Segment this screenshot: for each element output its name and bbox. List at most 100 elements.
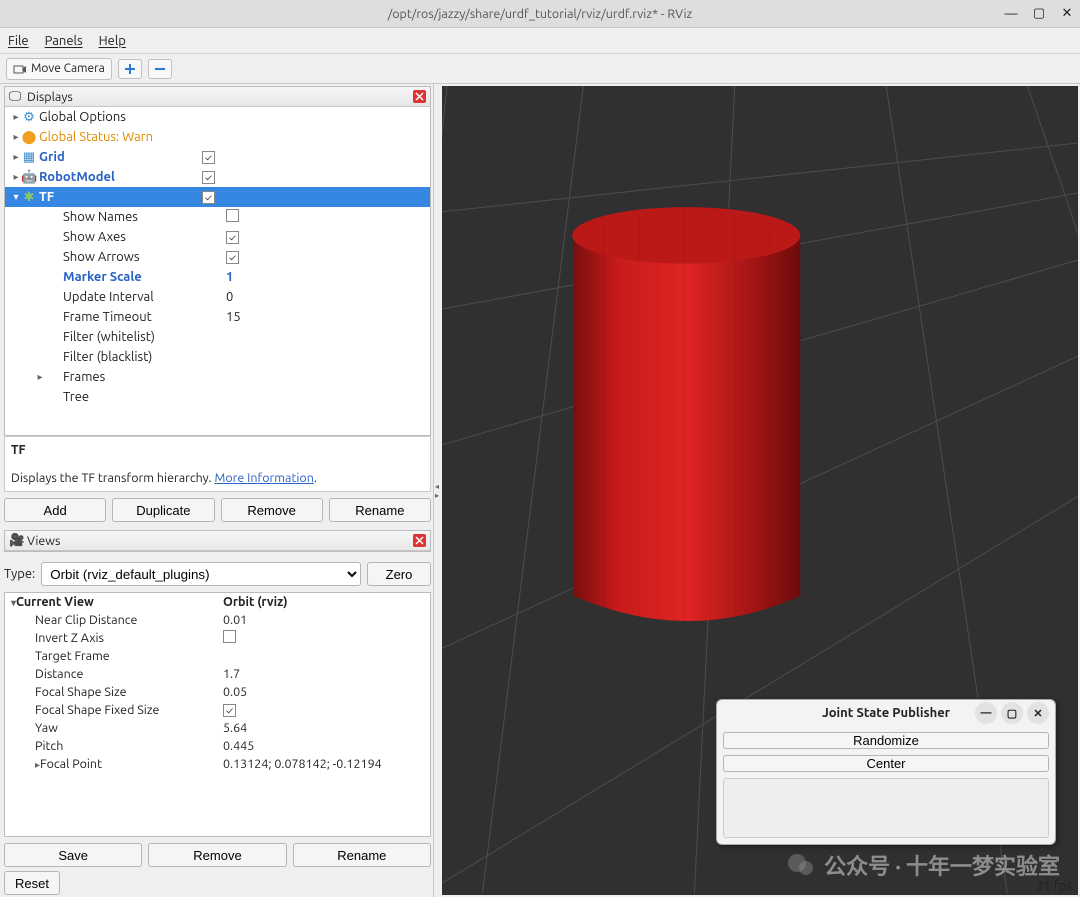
view-label: Current View — [16, 595, 94, 609]
view-row[interactable]: Target Frame — [5, 647, 430, 665]
checkbox[interactable]: ✓ — [226, 251, 239, 264]
tree-row[interactable]: Show Names — [5, 207, 430, 227]
close-icon[interactable]: ✕ — [1060, 7, 1074, 21]
displays-panel: 🖵 Displays ▸⚙Global Options▸⬤Global Stat… — [4, 86, 431, 436]
checkbox[interactable]: ✓ — [223, 704, 236, 717]
view-value[interactable] — [217, 647, 430, 665]
menu-panels[interactable]: Panels — [45, 34, 83, 48]
fps-status: 31 fps — [1036, 879, 1072, 893]
view-row[interactable]: Focal Shape Fixed Size ✓ — [5, 701, 430, 719]
row-icon: ▦ — [21, 150, 37, 165]
center-button[interactable]: Center — [723, 755, 1049, 772]
reset-button[interactable]: Reset — [4, 871, 60, 895]
expand-arrow[interactable]: ▸ — [35, 371, 45, 383]
minus-icon — [153, 62, 167, 76]
view-label: Focal Shape Fixed Size — [35, 703, 159, 717]
add-tool-button[interactable] — [118, 59, 142, 79]
row-value[interactable]: 0 — [226, 290, 430, 304]
menu-file[interactable]: File — [8, 34, 29, 48]
row-value[interactable]: ✓ — [226, 250, 430, 264]
row-value[interactable]: 15 — [226, 310, 430, 324]
row-value[interactable]: ✓ — [226, 230, 430, 244]
view-row[interactable]: ▾Current ViewOrbit (rviz) — [5, 593, 430, 611]
row-label: Global Status: Warn — [37, 130, 202, 144]
tree-row[interactable]: Show Arrows✓ — [5, 247, 430, 267]
checkbox[interactable] — [223, 630, 236, 643]
more-info-link[interactable]: More Information — [214, 471, 313, 485]
view-value[interactable]: 5.64 — [217, 719, 430, 737]
views-panel: 🎥 Views — [4, 530, 431, 552]
tree-row[interactable]: ▾✱TF✓ — [5, 187, 430, 207]
view-value[interactable]: ✓ — [217, 701, 430, 719]
checkbox[interactable]: ✓ — [202, 171, 215, 184]
randomize-button[interactable]: Randomize — [723, 732, 1049, 749]
description-box: TF Displays the TF transform hierarchy. … — [4, 436, 431, 492]
joint-state-publisher-window[interactable]: Joint State Publisher — ▢ ✕ Randomize Ce… — [716, 699, 1056, 845]
expand-arrow[interactable]: ▸ — [11, 151, 21, 163]
rename-button[interactable]: Rename — [329, 498, 431, 522]
jsp-close-icon[interactable]: ✕ — [1027, 702, 1049, 724]
expand-arrow[interactable]: ▸ — [11, 111, 21, 123]
tree-row[interactable]: Filter (blacklist) — [5, 347, 430, 367]
close-displays-icon[interactable] — [413, 90, 426, 103]
tree-row[interactable]: ▸Frames — [5, 367, 430, 387]
checkbox[interactable]: ✓ — [202, 151, 215, 164]
displays-tree[interactable]: ▸⚙Global Options▸⬤Global Status: Warn▸▦G… — [5, 107, 430, 435]
tree-row[interactable]: ▸▦Grid✓ — [5, 147, 430, 167]
rename-view-button[interactable]: Rename — [293, 843, 431, 867]
jsp-maximize-icon[interactable]: ▢ — [1001, 702, 1023, 724]
view-row[interactable]: Invert Z Axis — [5, 629, 430, 647]
tree-row[interactable]: Update Interval0 — [5, 287, 430, 307]
tree-row[interactable]: ▸⚙Global Options — [5, 107, 430, 127]
checkbox[interactable] — [226, 209, 239, 222]
checkbox[interactable]: ✓ — [202, 191, 215, 204]
view-value[interactable] — [217, 629, 430, 647]
jsp-minimize-icon[interactable]: — — [975, 702, 997, 724]
zero-button[interactable]: Zero — [367, 562, 431, 586]
view-row[interactable]: Distance1.7 — [5, 665, 430, 683]
expand-arrow[interactable]: ▸ — [11, 131, 21, 143]
remove-view-button[interactable]: Remove — [148, 843, 286, 867]
tree-row[interactable]: Tree — [5, 387, 430, 407]
row-value[interactable]: 1 — [226, 270, 430, 284]
row-value[interactable]: ✓ — [202, 190, 430, 204]
tree-row[interactable]: Show Axes✓ — [5, 227, 430, 247]
splitter[interactable]: ◂▸ — [434, 84, 440, 897]
remove-tool-button[interactable] — [148, 59, 172, 79]
view-row[interactable]: Pitch0.445 — [5, 737, 430, 755]
view-value[interactable]: 1.7 — [217, 665, 430, 683]
views-tree[interactable]: ▾Current ViewOrbit (rviz)Near Clip Dista… — [4, 592, 431, 837]
view-value[interactable]: Orbit (rviz) — [217, 593, 430, 611]
view-type-select[interactable]: Orbit (rviz_default_plugins) — [41, 562, 361, 586]
view-row[interactable]: ▸Focal Point0.13124; 0.078142; -0.12194 — [5, 755, 430, 773]
expand-arrow[interactable]: ▾ — [11, 191, 21, 203]
remove-button[interactable]: Remove — [221, 498, 323, 522]
row-value[interactable]: ✓ — [202, 170, 430, 184]
view-row[interactable]: Yaw5.64 — [5, 719, 430, 737]
move-camera-button[interactable]: Move Camera — [6, 58, 112, 80]
expand-arrow[interactable]: ▸ — [11, 171, 21, 183]
duplicate-button[interactable]: Duplicate — [112, 498, 214, 522]
add-button[interactable]: Add — [4, 498, 106, 522]
minimize-icon[interactable]: — — [1004, 7, 1018, 21]
tree-row[interactable]: ▸🤖RobotModel✓ — [5, 167, 430, 187]
close-views-icon[interactable] — [413, 534, 426, 547]
view-row[interactable]: Near Clip Distance0.01 — [5, 611, 430, 629]
view-value[interactable]: 0.13124; 0.078142; -0.12194 — [217, 755, 430, 773]
view-row[interactable]: Focal Shape Size0.05 — [5, 683, 430, 701]
view-value[interactable]: 0.01 — [217, 611, 430, 629]
view-value[interactable]: 0.05 — [217, 683, 430, 701]
checkbox[interactable]: ✓ — [226, 231, 239, 244]
row-value[interactable]: ✓ — [202, 150, 430, 164]
view-value[interactable]: 0.445 — [217, 737, 430, 755]
tree-row[interactable]: Frame Timeout15 — [5, 307, 430, 327]
row-value[interactable] — [226, 209, 430, 225]
jsp-empty-area — [723, 778, 1049, 838]
menu-help[interactable]: Help — [99, 34, 126, 48]
tree-row[interactable]: Filter (whitelist) — [5, 327, 430, 347]
tree-row[interactable]: ▸⬤Global Status: Warn — [5, 127, 430, 147]
save-view-button[interactable]: Save — [4, 843, 142, 867]
tree-row[interactable]: Marker Scale1 — [5, 267, 430, 287]
maximize-icon[interactable]: ▢ — [1032, 7, 1046, 21]
3d-viewport[interactable]: 公众号 · 十年一梦实验室 Joint State Publisher — ▢ … — [442, 86, 1078, 895]
